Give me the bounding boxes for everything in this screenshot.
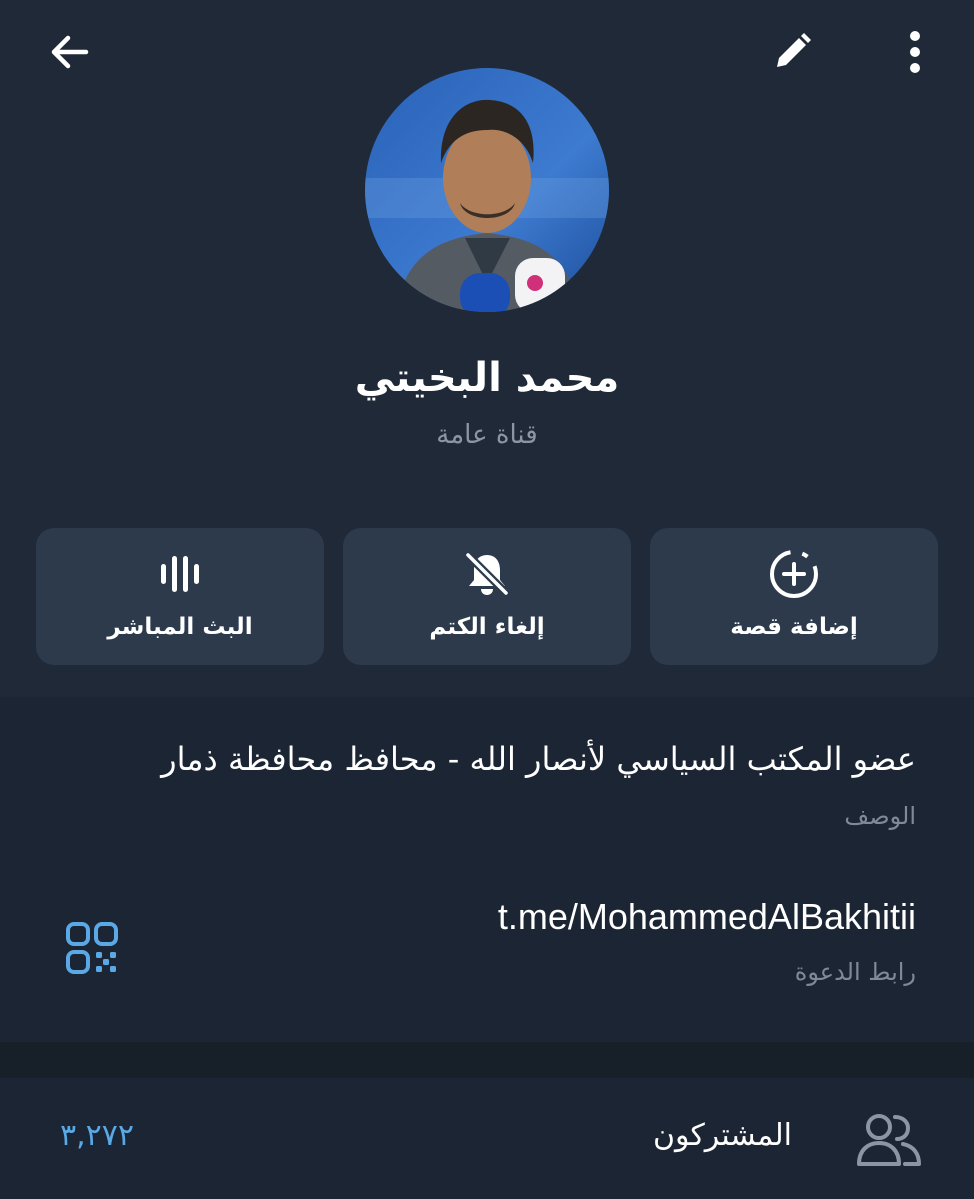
back-button[interactable] (40, 22, 100, 82)
unmute-label: إلغاء الكتم (429, 614, 545, 640)
more-vertical-icon (910, 31, 920, 73)
channel-description: عضو المكتب السياسي لأنصار الله - محافظ م… (161, 740, 916, 778)
description-label: الوصف (844, 802, 916, 830)
unmute-button[interactable]: إلغاء الكتم (343, 528, 631, 665)
add-story-label: إضافة قصة (730, 614, 858, 640)
edit-button[interactable] (762, 22, 822, 82)
qr-code-icon (66, 922, 118, 974)
pencil-icon (777, 33, 811, 67)
bell-off-icon (465, 552, 509, 596)
section-divider (0, 1042, 974, 1078)
subscribers-icon-wrap (855, 1110, 923, 1170)
subscribers-count: ٣,٢٧٢ (60, 1118, 134, 1153)
subscribers-label: المشتركون (653, 1118, 792, 1153)
channel-type: قناة عامة (436, 420, 538, 450)
subscribers-row[interactable] (0, 1078, 974, 1199)
people-icon (857, 1114, 921, 1166)
qr-code-button[interactable] (64, 920, 120, 976)
live-stream-label: البث المباشر (107, 614, 253, 640)
channel-avatar[interactable] (365, 68, 609, 312)
add-story-button[interactable]: إضافة قصة (650, 528, 938, 665)
add-story-icon (770, 550, 818, 598)
live-stream-icon (161, 556, 199, 592)
invite-link[interactable]: t.me/MohammedAlBakhitii (498, 896, 916, 938)
more-options-button[interactable] (885, 22, 945, 82)
channel-name: محمد البخيتي (354, 355, 620, 401)
live-stream-button[interactable]: البث المباشر (36, 528, 324, 665)
invite-link-label: رابط الدعوة (794, 958, 916, 986)
arrow-left-icon (51, 35, 89, 69)
